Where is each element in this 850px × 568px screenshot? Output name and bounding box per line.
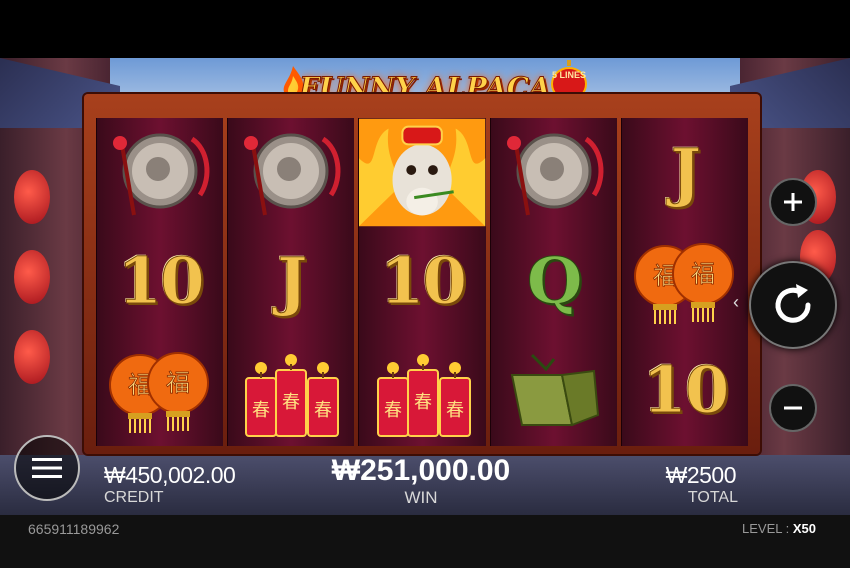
svg-text:春: 春 [446,400,464,421]
reel-cell: 福福 [97,336,223,445]
side-lantern-icon [14,170,50,224]
reel-cell [491,118,617,227]
level-label: LEVEL : [742,521,790,536]
side-lantern-icon [14,250,50,304]
credit-label: CREDIT [104,489,164,506]
symbol-j: J [277,244,308,320]
game-scene: FUNNY ALPACA 5 LINES 10 福福 J 春春春 10 春春春 Q J 福福 10… [0,0,850,568]
reel-cell: 春春春 [228,336,354,445]
reel-cell: 10 [359,227,485,336]
lines-badge-text: 5 LINES [551,70,586,80]
symbol-10: 10 [379,244,467,320]
bottom-bar [0,515,850,568]
level-value: X50 [792,521,816,536]
svg-text:春: 春 [252,400,270,421]
gong-icon [113,133,210,215]
svg-text:春: 春 [414,392,432,413]
svg-text:春: 春 [282,392,300,413]
reel-column: Q [489,118,617,446]
lanterns-icon: 福福 [109,351,210,433]
reel-cell: 福福 [622,227,748,336]
reel-column: 10 春春春 [358,118,486,446]
gong-icon [244,133,341,215]
reel-cell: J [228,227,354,336]
decrease-bet-button[interactable] [769,384,817,432]
firecrackers-icon: 春春春 [245,353,340,437]
reel-grid: 10 福福 J 春春春 10 春春春 Q J 福福 10 [96,118,749,446]
win-label: WIN [404,488,438,507]
symbol-10: 10 [117,244,205,320]
side-lantern-icon [14,330,50,384]
increase-bet-button[interactable] [769,178,817,226]
reel-cell [359,118,486,227]
top-bar [0,0,850,58]
hamburger-icon [32,458,62,478]
plus-icon [784,193,802,211]
svg-text:春: 春 [384,400,402,421]
level-indicator: LEVEL : X50 [742,521,816,536]
chevron-left-icon: ‹ [733,292,739,312]
symbol-j: J [670,135,701,211]
spin-arrow-icon [775,284,811,323]
minus-icon [784,406,802,410]
reel-cell: 10 [97,227,223,336]
reel-column: J春春春 [227,118,355,446]
spin-button[interactable] [749,261,837,349]
svg-text:春: 春 [314,400,332,421]
symbol-10: 10 [642,353,730,429]
lanterns-icon: 福福 [633,242,734,324]
win-value: ₩251,000.00 [331,454,511,487]
total-bet-value[interactable]: ₩2500 [666,462,737,489]
gong-icon [506,133,604,215]
alpaca-wild-icon [359,118,486,227]
reel-cell: 10 [622,336,748,445]
reel-cell: 春春春 [359,336,485,445]
jade-tokens-icon [510,353,599,426]
reel-cell [97,118,223,227]
reel-cell [228,118,354,227]
reel-cell: J [622,118,748,227]
reel-column: J 福福 10 [620,118,749,446]
reel-column: 10 福福 [96,118,224,446]
credit-value: ₩450,002.00 [104,462,236,488]
round-id: 665911189962 [28,521,120,537]
symbol-q: Q [526,244,583,320]
total-bet-label: TOTAL [687,489,738,506]
firecrackers-icon: 春春春 [376,353,471,437]
reel-cell: Q [491,227,617,336]
svg-text:福: 福 [166,369,190,397]
reel-cell [491,336,617,445]
svg-text:福: 福 [691,260,715,288]
menu-button[interactable] [14,435,80,501]
